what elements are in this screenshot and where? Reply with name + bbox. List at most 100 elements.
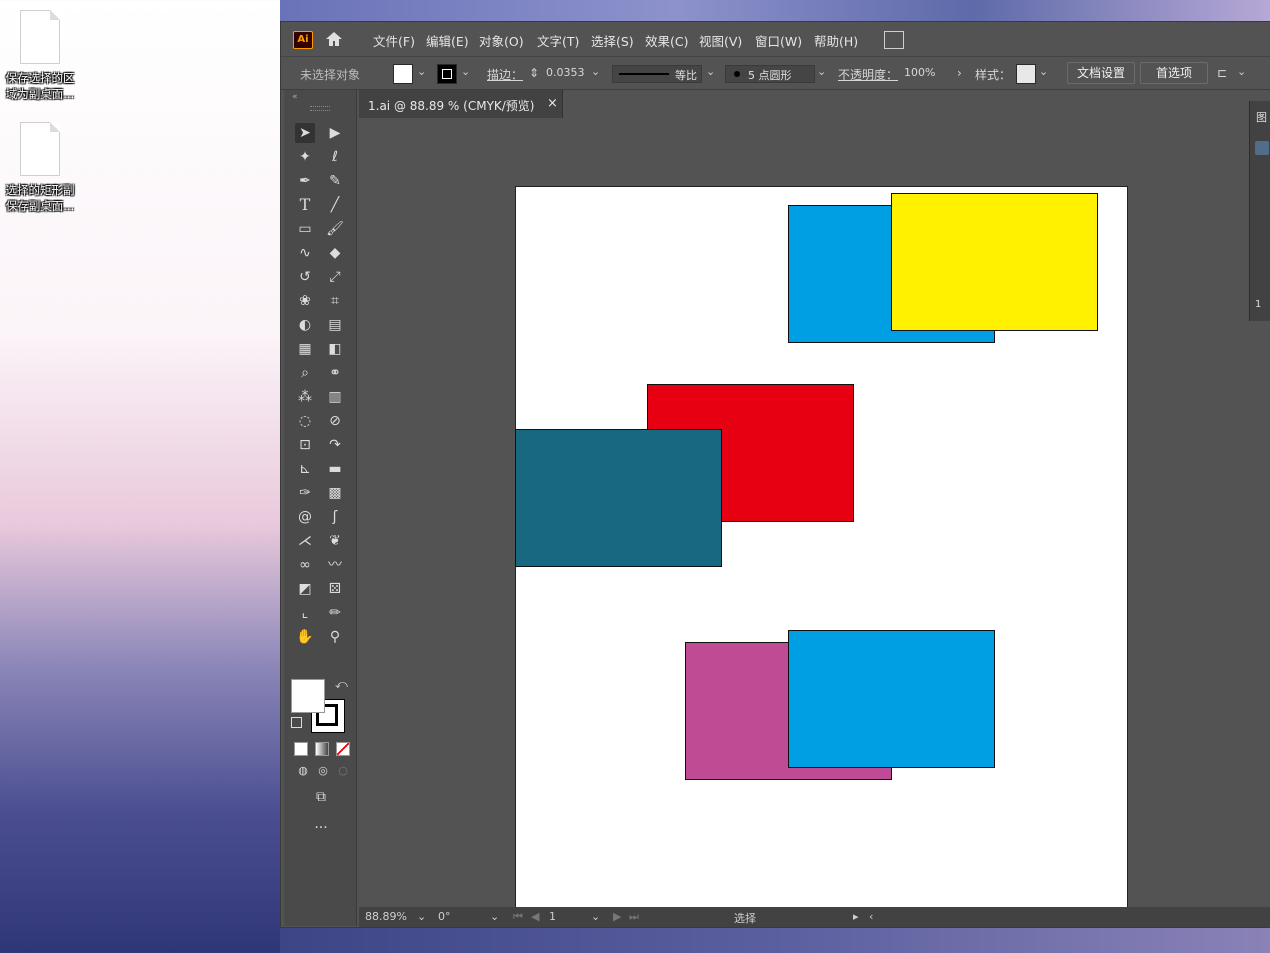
first-artboard-icon[interactable]: ⏮ [513,910,523,924]
crop-tool-icon[interactable]: ⌞ [295,603,315,623]
teal-rectangle[interactable] [515,429,722,567]
draw-inside-icon[interactable]: ○ [333,761,353,781]
lasso-tool-icon[interactable]: ℓ [325,147,345,167]
last-artboard-icon[interactable]: ⏭ [629,910,639,924]
graphic-style-swatch[interactable] [1016,64,1036,84]
zoom-tool-icon[interactable]: ⚲ [325,627,345,647]
artboard-tool-icon[interactable]: ◌ [295,411,315,431]
previous-artboard-icon[interactable]: ◀ [531,910,539,923]
next-artboard-icon[interactable]: ▶ [613,910,621,923]
stroke-swatch[interactable] [437,64,457,84]
blob-brush-tool-icon[interactable]: ✑ [295,483,315,503]
menu-window[interactable]: 窗口(W) [755,31,802,50]
default-colors-icon[interactable] [291,717,302,728]
screen-mode-icon[interactable]: ⧉ [311,787,331,807]
paintbrush-tool-icon[interactable]: 🖌 [325,219,345,239]
layers-panel-collapsed[interactable]: 图 1 [1249,101,1270,321]
perspective-grid-tool-icon[interactable]: ▤ [325,315,345,335]
stroke-weight-input[interactable]: 0.0353 [546,66,585,79]
chevron-down-icon[interactable]: ⌄ [1237,65,1246,78]
free-transform-tool-icon[interactable]: ⌗ [325,291,345,311]
chevron-down-icon[interactable]: ⌄ [591,65,600,78]
rotation-value[interactable]: 0° [438,910,451,923]
anchor-point-tool-icon[interactable]: ⋌ [295,531,315,551]
pen-tool-icon[interactable]: ✒ [295,171,315,191]
menu-type[interactable]: 文字(T) [537,31,579,50]
yellow-rectangle[interactable] [891,193,1098,331]
magic-wand-tool-icon[interactable]: ✦ [295,147,315,167]
chevron-down-icon[interactable]: ⌄ [706,65,715,78]
puppet-warp-tool-icon[interactable]: ⊡ [295,435,315,455]
brush-definition[interactable]: 5 点圆形 [725,65,815,83]
gradient-mode-icon[interactable] [315,742,329,756]
blue-rectangle-bottom[interactable] [788,630,995,768]
column-graph-tool-icon[interactable]: ▥ [325,387,345,407]
chevron-left-icon[interactable]: ‹ [869,910,873,923]
arrange-documents-icon[interactable] [884,31,904,49]
chevron-right-icon[interactable]: ▸ [853,910,859,923]
opacity-input[interactable]: 100% [904,66,935,79]
chevron-down-icon[interactable]: ⌄ [817,65,826,78]
eye-icon[interactable] [1255,141,1269,155]
artboard-number[interactable]: 1 [549,910,556,923]
twirl-tool-icon[interactable]: @ [295,507,315,527]
measure-tool-icon[interactable]: ⊾ [295,459,315,479]
dice-icon[interactable]: ⚄ [325,579,345,599]
pattern-tool-icon[interactable]: ▩ [325,483,345,503]
warp-tool-icon[interactable]: ❀ [295,291,315,311]
stroke-label[interactable]: 描边： [487,66,523,83]
chevron-right-icon[interactable]: › [957,66,962,80]
swap-fill-stroke-icon[interactable]: ⤺ [335,677,348,692]
none-mode-icon[interactable] [336,742,350,756]
eraser-tool-icon[interactable]: ◆ [325,243,345,263]
variable-width-profile[interactable]: 等比 [612,65,702,83]
draw-behind-icon[interactable]: ◎ [313,761,333,781]
chevron-down-icon[interactable]: ⌄ [490,910,499,923]
live-paint-selection-tool-icon[interactable]: ◩ [295,579,315,599]
artboard[interactable] [515,186,1128,909]
hand-tool-icon[interactable]: ✋ [295,627,315,647]
chevron-down-icon[interactable]: ⌄ [417,910,426,923]
selection-tool-icon[interactable]: ➤ [295,123,315,143]
desktop-file-icon-1[interactable]: 保存选择的区 域为副桌面... [2,10,78,102]
gradient-tool-icon[interactable]: ◧ [325,339,345,359]
color-mode-icon[interactable] [294,742,308,756]
smooth-tool-icon[interactable]: ʃ [325,507,345,527]
draw-normal-icon[interactable]: ◍ [293,761,313,781]
ruler-tool-icon[interactable]: ▬ [325,459,345,479]
canvas-area[interactable] [359,119,1270,909]
menu-select[interactable]: 选择(S) [591,31,634,50]
symbol-sprayer-tool-icon[interactable]: ⁂ [295,387,315,407]
chevron-down-icon[interactable]: ⌄ [461,65,470,78]
fill-swatch[interactable] [393,64,413,84]
line-segment-tool-icon[interactable]: ╱ [325,195,345,215]
desktop-file-icon-2[interactable]: 选择的矩形副 保存副桌面... [2,122,78,214]
menu-object[interactable]: 对象(O) [479,31,524,50]
menu-edit[interactable]: 编辑(E) [426,31,469,50]
chevron-down-icon[interactable]: ⌄ [1039,65,1048,78]
menu-file[interactable]: 文件(F) [373,31,415,50]
rotate-tool-icon[interactable]: ↺ [295,267,315,287]
chevron-down-icon[interactable]: ⌄ [417,65,426,78]
width-tool-icon[interactable]: ↷ [325,435,345,455]
close-icon[interactable]: × [547,96,558,111]
home-icon[interactable] [324,30,344,48]
drag-handle[interactable] [310,106,330,111]
collapse-icon[interactable]: « [292,92,298,102]
fill-color-box[interactable] [291,679,325,713]
document-setup-button[interactable]: 文档设置 [1067,62,1135,84]
menu-view[interactable]: 视图(V) [699,31,742,50]
stepper-icon[interactable]: ⇕ [529,66,539,80]
type-tool-icon[interactable]: T [295,195,315,215]
zoom-level[interactable]: 88.89% [365,910,407,923]
pencil-tool-icon[interactable]: ✏ [325,603,345,623]
slice-tool-icon[interactable]: ⊘ [325,411,345,431]
mesh-tool-icon[interactable]: ▦ [295,339,315,359]
more-tools-icon[interactable]: ··· [311,818,331,838]
join-tool-icon[interactable]: ∞ [295,555,315,575]
preferences-button[interactable]: 首选项 [1140,62,1208,84]
menu-help[interactable]: 帮助(H) [814,31,858,50]
eyedropper-tool-icon[interactable]: ⌕ [295,363,315,383]
curvature-tool-icon[interactable]: ✎ [325,171,345,191]
opacity-label[interactable]: 不透明度： [838,66,898,83]
